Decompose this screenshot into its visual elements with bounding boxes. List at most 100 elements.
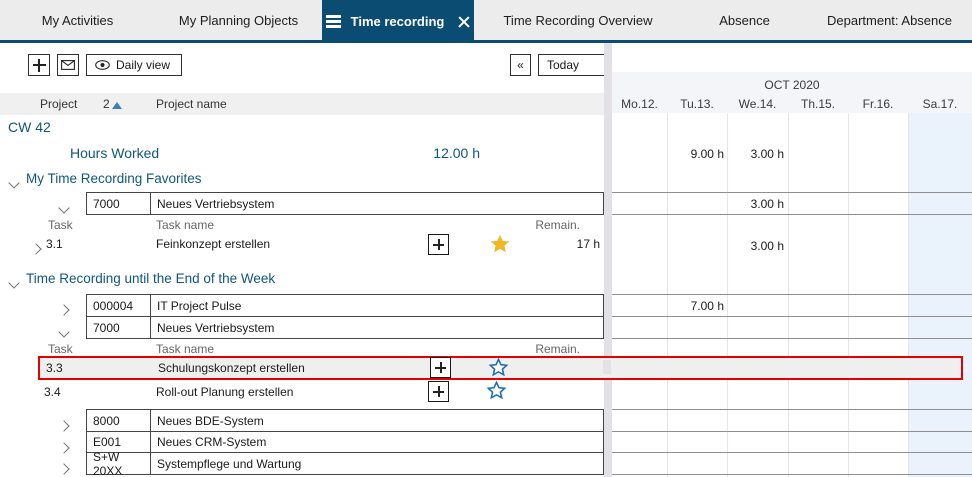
today-label: Today xyxy=(547,58,579,72)
tab-label: My Activities xyxy=(42,13,114,28)
tab-label: Time recording xyxy=(351,14,445,29)
project-code-cell[interactable]: S+W 20XX xyxy=(86,452,151,475)
project-name-cell[interactable]: IT Project Pulse xyxy=(150,294,604,317)
project-code-cell[interactable]: 8000 xyxy=(86,409,151,432)
grid-row-line xyxy=(612,192,972,193)
panel-splitter[interactable] xyxy=(604,43,612,477)
grid-column-line xyxy=(908,113,909,477)
day-header-th: Th.15. xyxy=(788,97,848,111)
sort-ascending-icon[interactable] xyxy=(112,102,122,109)
time-recording-app: My Activities My Planning Objects Time r… xyxy=(0,0,972,477)
day-header-we: We.14. xyxy=(727,97,788,111)
plus-icon xyxy=(433,386,444,397)
selected-task-row[interactable]: 3.3 Schulungskonzept erstellen xyxy=(38,356,963,380)
week-section-title[interactable]: Time Recording until the End of the Week xyxy=(26,271,275,286)
project-name-cell[interactable]: Neues Vertriebsystem xyxy=(150,316,604,339)
favorite-star-filled-icon[interactable] xyxy=(489,233,511,255)
task-remaining-hours: 17 h xyxy=(540,237,600,251)
grid-row-line xyxy=(612,338,972,339)
tab-label: Absence xyxy=(719,13,770,28)
task-code: 3.4 xyxy=(44,385,61,399)
grid-row-line xyxy=(612,316,972,317)
project-name-cell[interactable]: Neues BDE-System xyxy=(150,409,604,432)
add-button[interactable] xyxy=(28,54,50,76)
hours-cell-we[interactable]: 3.00 h xyxy=(727,239,784,253)
chevron-right-icon[interactable] xyxy=(60,417,68,435)
tab-label: My Planning Objects xyxy=(179,13,298,28)
project-code-cell[interactable]: 000004 xyxy=(86,294,151,317)
chevron-down-icon[interactable] xyxy=(60,199,68,217)
add-time-entry-button[interactable] xyxy=(428,381,449,402)
chevron-right-icon[interactable] xyxy=(60,460,68,477)
chevron-right-icon[interactable] xyxy=(60,439,68,457)
hours-worked-label: Hours Worked xyxy=(70,145,159,161)
favorite-star-outline-icon[interactable] xyxy=(488,357,509,378)
chevron-down-icon[interactable] xyxy=(10,274,18,292)
plus-icon xyxy=(435,362,446,373)
today-button[interactable]: Today xyxy=(538,54,604,76)
chevron-down-icon[interactable] xyxy=(10,174,18,192)
hours-cell-tu[interactable]: 9.00 h xyxy=(667,147,724,161)
add-time-entry-button[interactable] xyxy=(430,357,451,378)
grid-row-line xyxy=(612,294,972,295)
project-name-cell[interactable]: Systempflege und Wartung xyxy=(150,452,604,475)
project-name-column-header[interactable]: Project name xyxy=(156,97,227,111)
tab-department-absence[interactable]: Department: Absence xyxy=(807,0,972,40)
grid-row-line xyxy=(612,409,972,410)
favorite-star-outline-icon[interactable] xyxy=(486,380,507,401)
grid-column-line xyxy=(727,113,728,477)
task-code: 3.3 xyxy=(46,361,63,375)
grid-row-line xyxy=(612,474,972,475)
mail-button[interactable] xyxy=(57,54,79,76)
tab-label: Department: Absence xyxy=(827,13,952,28)
tab-my-planning-objects[interactable]: My Planning Objects xyxy=(155,0,322,40)
hours-cell-we[interactable]: 3.00 h xyxy=(727,147,784,161)
previous-week-button[interactable]: « xyxy=(510,54,531,76)
tab-label: Time Recording Overview xyxy=(503,13,652,28)
day-header-sa: Sa.17. xyxy=(908,97,972,111)
hours-cell-tu[interactable]: 7.00 h xyxy=(667,299,724,313)
sort-position-label[interactable]: 2 xyxy=(103,97,110,111)
previous-week-label: « xyxy=(517,58,524,72)
task-name: Schulungskonzept erstellen xyxy=(158,361,305,375)
grid-row-line xyxy=(612,214,972,215)
favorites-section-title[interactable]: My Time Recording Favorites xyxy=(26,171,202,186)
close-icon[interactable] xyxy=(458,16,470,28)
project-name-cell[interactable]: Neues CRM-System xyxy=(150,431,604,453)
hours-worked-total: 12.00 h xyxy=(380,145,480,161)
envelope-icon xyxy=(61,60,75,70)
tab-time-recording[interactable]: Time recording xyxy=(322,0,474,43)
hamburger-icon[interactable] xyxy=(326,13,341,31)
add-time-entry-button[interactable] xyxy=(428,234,449,255)
grid-row-line xyxy=(612,452,972,453)
chevron-down-icon[interactable] xyxy=(60,323,68,341)
tab-absence[interactable]: Absence xyxy=(682,0,807,40)
chevron-right-icon[interactable] xyxy=(60,301,68,319)
plus-icon xyxy=(433,239,444,250)
tab-time-recording-overview[interactable]: Time Recording Overview xyxy=(474,0,682,40)
grid-column-line xyxy=(788,113,789,477)
project-code-cell[interactable]: 7000 xyxy=(86,316,151,339)
project-name-cell[interactable]: Neues Vertriebsystem xyxy=(150,192,604,215)
grid-row-line xyxy=(612,431,972,432)
project-code-cell[interactable]: 7000 xyxy=(86,192,151,215)
tab-my-activities[interactable]: My Activities xyxy=(0,0,155,40)
day-header-mo: Mo.12. xyxy=(612,97,667,111)
remain-column-header: Remain. xyxy=(520,218,580,232)
chevron-right-icon[interactable] xyxy=(32,240,40,258)
task-name-column-header: Task name xyxy=(156,218,214,232)
week-title: CW 42 xyxy=(8,119,51,135)
project-column-header[interactable]: Project xyxy=(40,97,77,111)
daily-view-label: Daily view xyxy=(116,58,170,72)
grid-column-line xyxy=(848,113,849,477)
task-name: Feinkonzept erstellen xyxy=(156,237,270,251)
task-name: Roll-out Planung erstellen xyxy=(156,385,293,399)
hours-cell-we[interactable]: 3.00 h xyxy=(727,197,784,211)
plus-icon xyxy=(33,59,46,72)
weekend-column-background xyxy=(908,113,972,477)
eye-icon xyxy=(95,60,110,70)
daily-view-button[interactable]: Daily view xyxy=(86,54,182,76)
task-code: 3.1 xyxy=(46,237,63,251)
day-header-tu: Tu.13. xyxy=(667,97,727,111)
task-column-header: Task xyxy=(48,342,73,356)
